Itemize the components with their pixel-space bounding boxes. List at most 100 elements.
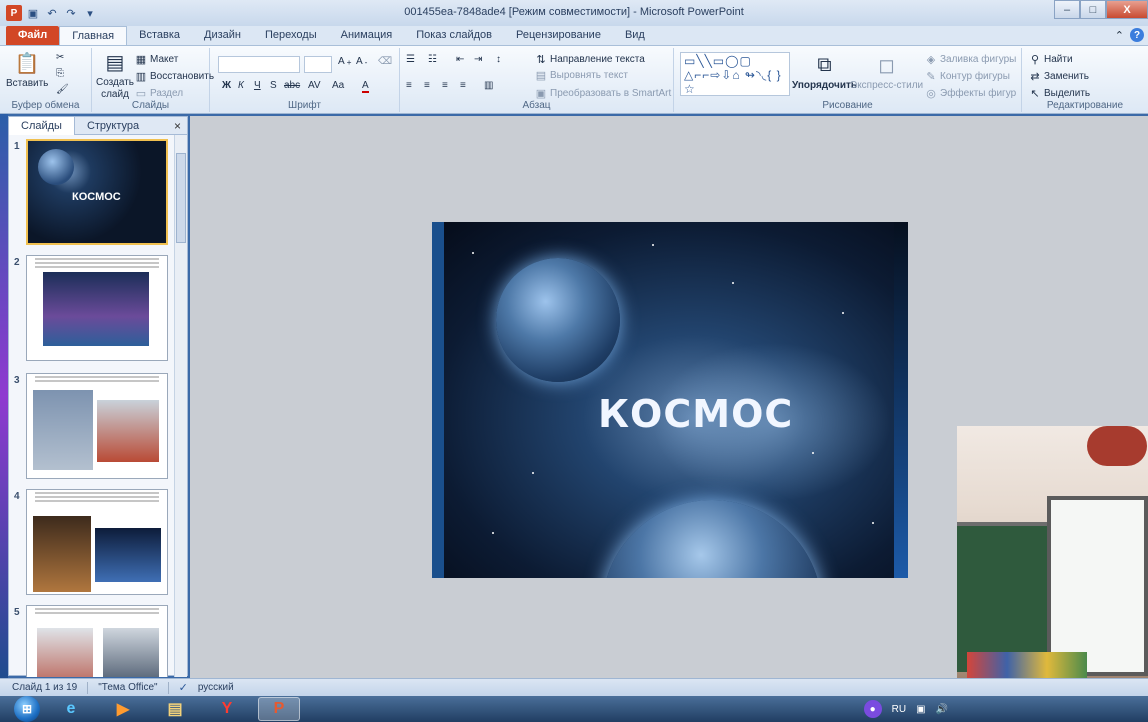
increase-indent-icon[interactable]: ⇥ [474, 54, 482, 65]
tab-slides[interactable]: Слайды [9, 116, 75, 135]
internet-explorer-icon[interactable]: e [50, 697, 92, 721]
slide-thumbnail[interactable] [26, 373, 168, 479]
grow-font-icon[interactable]: A + [338, 56, 352, 67]
alice-icon[interactable]: ● [863, 700, 882, 718]
slide-left-border [432, 222, 444, 578]
copy-icon[interactable]: ⎘ [56, 68, 64, 79]
text-line [35, 492, 159, 494]
slide-title[interactable]: КОСМОС [598, 392, 793, 436]
language-tray[interactable]: RU [892, 704, 906, 715]
text-line [35, 376, 159, 378]
slide-thumbnail[interactable]: КОСМОС [26, 139, 168, 245]
save-icon[interactable]: ▣ [25, 5, 41, 21]
volume-icon[interactable]: 🔊 [936, 704, 948, 715]
help-icon[interactable]: ? [1130, 28, 1144, 42]
webcam-overlay [957, 426, 1148, 710]
tab-insert[interactable]: Вставка [127, 26, 192, 45]
text-line [35, 266, 159, 268]
align-text-button[interactable]: ▤ Выровнять текст [534, 68, 628, 82]
change-case-button[interactable]: Aa [332, 80, 344, 91]
align-right-icon[interactable]: ≡ [442, 80, 448, 91]
close-button[interactable]: X [1106, 0, 1148, 19]
bullets-icon[interactable]: ☰ [406, 54, 415, 65]
maximize-button[interactable]: □ [1080, 0, 1106, 19]
line-spacing-icon[interactable]: ↕ [496, 54, 501, 65]
thumbnail-title: КОСМОС [72, 191, 121, 203]
powerpoint-app-icon[interactable]: P [6, 5, 22, 21]
tab-file[interactable]: Файл [6, 26, 60, 45]
clear-format-icon[interactable]: ⌫ [378, 56, 392, 67]
strikethrough-button[interactable]: abc [284, 80, 300, 91]
rocket-photo [33, 390, 93, 470]
tab-home[interactable]: Главная [59, 26, 128, 45]
section-button[interactable]: ▭ Раздел [134, 86, 183, 100]
panel-close-icon[interactable]: × [174, 119, 181, 133]
shadow-button[interactable]: S [270, 80, 277, 91]
shape-fill-button[interactable]: ◈ Заливка фигуры [924, 52, 1017, 66]
smartart-button[interactable]: ▣ Преобразовать в SmartArt [534, 86, 672, 100]
font-color-button[interactable]: A [362, 80, 369, 93]
slide-thumbnail[interactable] [26, 489, 168, 595]
shapes-gallery[interactable]: ▭╲╲▭◯▢ △⌐⌐⇨⇩⌂ ↬◝◟{ }☆ [680, 52, 790, 96]
columns-icon[interactable]: ▥ [484, 80, 493, 91]
undo-icon[interactable]: ↶ [44, 5, 60, 21]
tab-view[interactable]: Вид [613, 26, 657, 45]
slide-thumbnail[interactable] [26, 605, 168, 677]
file-explorer-icon[interactable]: ▤ [154, 697, 196, 721]
text-direction-icon: ⇅ [536, 53, 546, 66]
cut-icon[interactable]: ✂ [56, 52, 64, 63]
network-icon[interactable]: ▣ [916, 704, 925, 715]
thumbnail-list: 1 КОСМОС 2 3 4 5 [9, 135, 175, 677]
slide-thumbnail[interactable] [26, 255, 168, 361]
decrease-indent-icon[interactable]: ⇤ [456, 54, 464, 65]
select-button[interactable]: ↖ Выделить [1028, 86, 1090, 100]
shape-effects-button[interactable]: ◎ Эффекты фигур [924, 86, 1016, 100]
new-slide-button[interactable]: ▤ Создать слайд [96, 50, 134, 100]
find-button[interactable]: ⚲ Найти [1028, 52, 1073, 66]
numbering-icon[interactable]: ☷ [428, 54, 437, 65]
tab-transitions[interactable]: Переходы [253, 26, 329, 45]
tab-outline[interactable]: Структура [75, 117, 151, 135]
underline-button[interactable]: Ч [254, 80, 261, 91]
current-slide[interactable]: КОСМОС [432, 222, 908, 578]
reset-button[interactable]: ▥ Восстановить [134, 69, 214, 83]
taskbar: ⊞ e ▶ ▤ Y P ● RU ▣ 🔊 [0, 696, 1148, 722]
font-name-combo[interactable] [218, 56, 300, 73]
spellcheck-icon[interactable]: ✓ [179, 681, 188, 694]
align-center-icon[interactable]: ≡ [424, 80, 430, 91]
quick-styles-button[interactable]: ◻ Экспресс-стили [850, 52, 923, 92]
tab-design[interactable]: Дизайн [192, 26, 253, 45]
portrait-photo [37, 628, 93, 677]
justify-icon[interactable]: ≡ [460, 80, 466, 91]
powerpoint-taskbar-icon[interactable]: P [258, 697, 300, 721]
shrink-font-icon[interactable]: A- [356, 56, 367, 67]
thumbnail-scrollbar[interactable] [174, 135, 187, 677]
replace-button[interactable]: ⇄ Заменить [1028, 69, 1089, 83]
minimize-ribbon-icon[interactable]: ⌃ [1115, 29, 1124, 42]
char-spacing-button[interactable]: AV [308, 80, 321, 91]
arrange-button[interactable]: ⧉ Упорядочить [792, 52, 857, 92]
customize-icon[interactable]: ▾ [82, 5, 98, 21]
layout-button[interactable]: ▦ Макет [134, 52, 179, 66]
italic-button[interactable]: К [238, 80, 244, 91]
bold-button[interactable]: Ж [222, 80, 231, 91]
yandex-browser-icon[interactable]: Y [206, 697, 248, 721]
paste-button[interactable]: 📋 Вставить [6, 50, 48, 90]
shape-effects-label: Эффекты фигур [940, 87, 1017, 99]
tab-animation[interactable]: Анимация [329, 26, 405, 45]
media-player-icon[interactable]: ▶ [102, 697, 144, 721]
tab-slideshow[interactable]: Показ слайдов [404, 26, 504, 45]
format-painter-icon[interactable]: 🖌 [56, 84, 69, 95]
tab-review[interactable]: Рецензирование [504, 26, 613, 45]
font-size-combo[interactable] [304, 56, 332, 73]
language-indicator[interactable]: русский [198, 682, 234, 693]
text-direction-button[interactable]: ⇅ Направление текста [534, 52, 644, 66]
redo-icon[interactable]: ↷ [63, 5, 79, 21]
minimize-button[interactable]: – [1054, 0, 1080, 19]
align-left-icon[interactable]: ≡ [406, 80, 412, 91]
scroll-thumb[interactable] [176, 153, 186, 243]
start-button[interactable]: ⊞ [14, 696, 40, 722]
quick-access-toolbar: P ▣ ↶ ↷ ▾ [0, 5, 98, 21]
text-line [35, 612, 159, 614]
shape-outline-button[interactable]: ✎ Контур фигуры [924, 69, 1010, 83]
